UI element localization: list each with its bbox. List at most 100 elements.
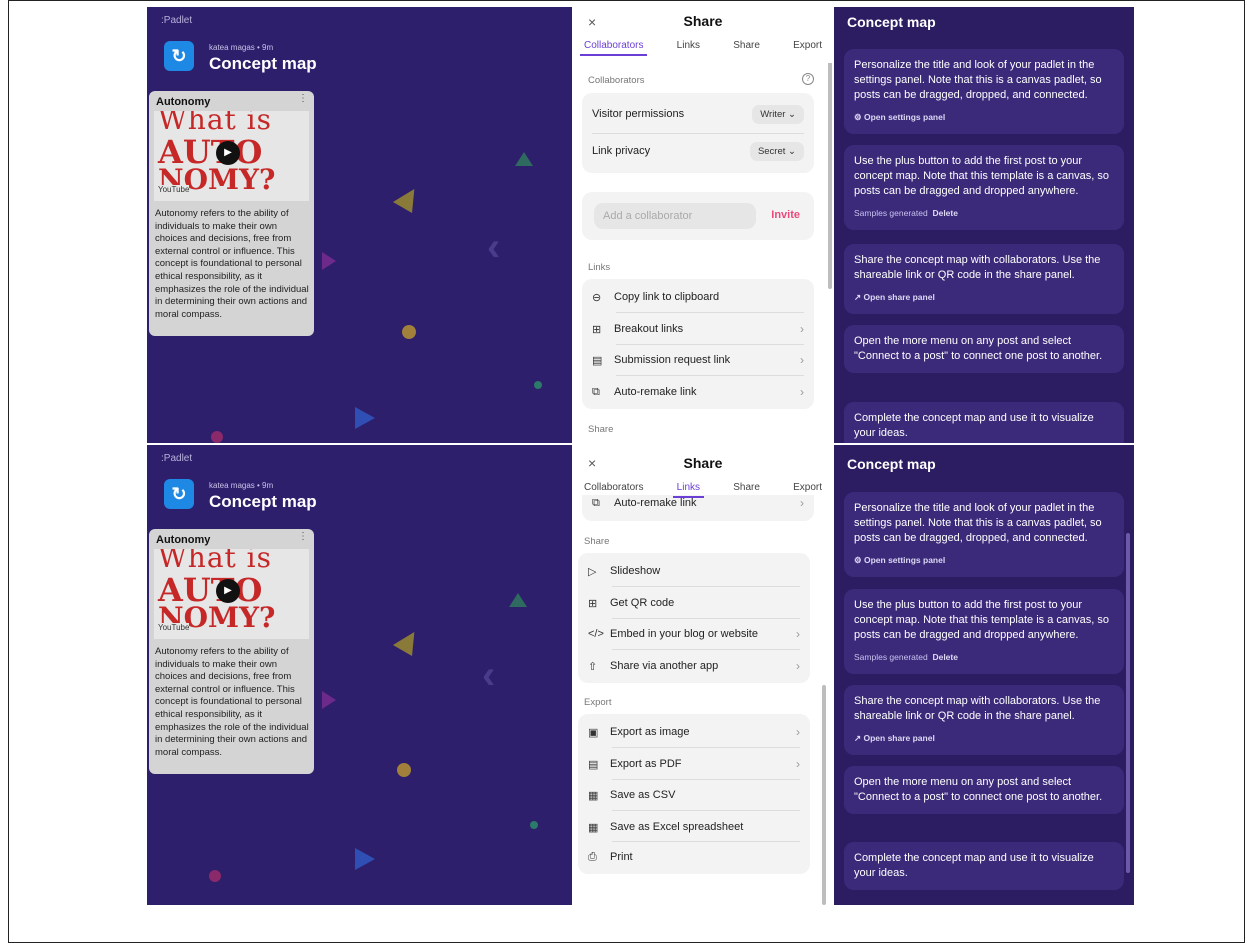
padlet-brand: :Padlet [161,15,193,26]
print-row[interactable]: ⎙ Print [588,841,800,873]
info-card-text: Personalize the title and look of your p… [854,59,1102,101]
padlet-canvas[interactable]: :Padlet ↻ katea magas • 9m Concept map ‹… [147,445,572,905]
slideshow-row[interactable]: ▷ Slideshow [588,555,800,587]
permissions-box: Visitor permissions Writer ⌄ Link privac… [582,93,814,173]
breakout-icon: ⊞ [592,323,602,336]
link-privacy-select[interactable]: Secret ⌄ [749,141,804,161]
decor-triangle [322,252,336,270]
qr-code-row[interactable]: ⊞ Get QR code [588,587,800,619]
padlet-canvas[interactable]: :Padlet ↻ katea magas • 9m Concept map ‹… [147,7,572,443]
remake-icon: ⧉ [592,496,600,509]
padlet-meta: katea magas • 9m [209,481,274,490]
decor-triangle [515,152,533,166]
delete-link[interactable]: Delete [932,208,958,218]
more-icon[interactable]: ⋮ [298,531,308,542]
link-icon: ⊖ [592,291,602,304]
collaborators-heading: Collaborators [588,75,645,86]
save-csv-row[interactable]: ▦ Save as CSV [588,779,800,811]
invite-button[interactable]: Invite [771,209,800,221]
visitor-permissions-select[interactable]: Writer ⌄ [752,104,804,124]
qr-code-label: Get QR code [610,597,675,609]
visitor-permissions-row[interactable]: Visitor permissions Writer ⌄ [592,98,804,130]
padlet-title[interactable]: Concept map [209,492,317,512]
info-card: Use the plus button to add the first pos… [844,589,1124,674]
decor-chevron: ‹ [487,225,501,269]
youtube-label: YouTube [158,185,190,194]
chevron-right-icon: › [796,725,800,739]
help-icon[interactable]: ? [802,73,814,85]
embed-label: Embed in your blog or website [610,628,758,640]
info-card-text: Use the plus button to add the first pos… [854,599,1109,641]
play-icon[interactable]: ▶ [216,141,240,165]
export-image-label: Export as image [610,726,690,738]
link-privacy-row[interactable]: Link privacy Secret ⌄ [592,135,804,167]
play-icon[interactable]: ▶ [216,579,240,603]
embed-row[interactable]: </> Embed in your blog or website › [588,618,800,650]
links-box: ⊖ Copy link to clipboard ⊞ Breakout link… [582,279,814,409]
share-app-row[interactable]: ⇧ Share via another app › [588,650,800,682]
share-heading: Share [588,424,614,435]
export-image-row[interactable]: ▣ Export as image › [588,716,800,748]
tab-share[interactable]: Share [729,40,764,56]
share-scrollbar[interactable] [828,57,832,289]
tab-export[interactable]: Export [789,40,826,56]
padlet-logo: ↻ [164,479,194,509]
more-icon[interactable]: ⋮ [298,93,308,104]
share-app-label: Share via another app [610,660,719,672]
screenshot-frame: :Padlet ↻ katea magas • 9m Concept map ‹… [8,0,1245,943]
decor-dot [402,325,416,339]
share-upload-icon: ⇧ [588,660,598,673]
post-card[interactable]: Autonomy ⋮ What is AUTO NOMY? ▶ YouTube … [149,529,314,774]
tab-collaborators[interactable]: Collaborators [580,40,648,56]
post-body: Autonomy refers to the ability of indivi… [155,208,309,320]
open-settings-link[interactable]: ⚙ Open settings panel [854,553,1114,568]
submission-request-row[interactable]: ▤ Submission request link › [592,344,804,376]
tab-links[interactable]: Links [673,40,704,56]
tab-share[interactable]: Share [729,482,764,498]
copy-link-label: Copy link to clipboard [614,291,720,303]
export-heading: Export [584,697,612,708]
info-card-text: Open the more menu on any post and selec… [854,335,1103,362]
info-card-text: Use the plus button to add the first pos… [854,155,1109,197]
info-card: Personalize the title and look of your p… [844,49,1124,134]
info-card: Share the concept map with collaborators… [844,244,1124,314]
auto-remake-label: Auto-remake link [614,497,697,509]
chevron-right-icon: › [800,385,804,399]
export-pdf-row[interactable]: ▤ Export as PDF › [588,748,800,780]
open-settings-link[interactable]: ⚙ Open settings panel [854,110,1114,125]
padlet-title[interactable]: Concept map [209,54,317,74]
info-panel: Concept map Personalize the title and lo… [834,7,1134,443]
tab-links[interactable]: Links [672,482,705,498]
delete-link[interactable]: Delete [932,652,958,662]
share-tabs: Collaborators Links Share Export [580,40,826,56]
info-card: Complete the concept map and use it to v… [844,842,1124,890]
open-share-panel-link[interactable]: ↗ Open share panel [854,731,1114,746]
info-scrollbar[interactable] [1126,533,1130,873]
print-label: Print [610,851,633,863]
video-thumbnail[interactable]: What is AUTO NOMY? ▶ YouTube [154,111,309,201]
share-title: Share [683,13,723,29]
code-icon: </> [588,628,604,640]
csv-file-icon: ▦ [588,789,599,802]
copy-link-row[interactable]: ⊖ Copy link to clipboard [592,281,804,313]
printer-icon: ⎙ [588,850,597,863]
save-excel-row[interactable]: ▦ Save as Excel spreadsheet [588,811,800,843]
share-scrollbar[interactable] [822,685,826,905]
tab-collaborators[interactable]: Collaborators [580,482,647,498]
info-title: Concept map [847,14,936,30]
bottom-screenshot: :Padlet ↻ katea magas • 9m Concept map ‹… [147,445,1134,905]
post-card[interactable]: Autonomy ⋮ What is AUTO NOMY? ▶ YouTube … [149,91,314,336]
tab-export[interactable]: Export [789,482,826,498]
share-header: × Share Collaborators Links Share Export [572,7,834,63]
play-outline-icon: ▷ [588,565,597,578]
chevron-right-icon: › [796,659,800,673]
decor-dot [211,431,223,443]
open-share-panel-link[interactable]: ↗ Open share panel [854,290,1114,305]
auto-remake-row[interactable]: ⧉ Auto-remake link › [592,376,804,408]
breakout-links-row[interactable]: ⊞ Breakout links › [592,313,804,345]
video-thumbnail[interactable]: What is AUTO NOMY? ▶ YouTube [154,549,309,639]
request-icon: ▤ [592,354,603,367]
visitor-permissions-label: Visitor permissions [592,108,685,120]
add-collaborator-input[interactable]: Add a collaborator [594,203,756,229]
info-card-text: Open the more menu on any post and selec… [854,776,1103,803]
